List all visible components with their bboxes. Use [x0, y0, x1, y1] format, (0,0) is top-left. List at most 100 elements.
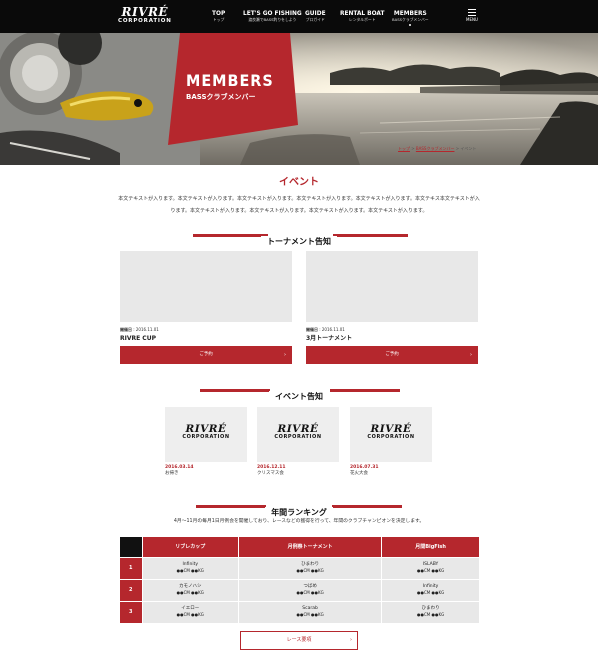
nav-title: LET'S GO FISHING [243, 9, 302, 17]
event-card[interactable]: RIVRÉ CORPORATION 2016.07.31 花火大会 [350, 407, 432, 477]
team-name: ISLABY [422, 562, 439, 567]
table-cell: ひまわり ●●CM ●●KG [237, 556, 382, 579]
nav-sub: BASSクラブメンバー [392, 17, 429, 22]
column-header: 月間BigFish [381, 537, 479, 557]
nav-item-rental-boat[interactable]: RENTAL BOAT レンタルボート [340, 9, 384, 23]
tournament-image-placeholder [120, 251, 292, 322]
team-score: ●●CM ●●KG [176, 568, 204, 573]
heading-rule-left [196, 505, 266, 508]
breadcrumb: トップ > BASSクラブメンバー > イベント [398, 146, 476, 152]
tournament-name: 3月トーナメント [306, 335, 353, 342]
nav-sub: レンタルボート [348, 17, 376, 22]
tournament-card: 開催日 : 2016.11.01 3月トーナメント ご予約 › [306, 251, 478, 364]
date-value: 2016.11.01 [321, 327, 345, 332]
table-cell: ISLABY ●●CM ●●KG [381, 556, 479, 579]
column-header: リブレカップ [141, 537, 239, 557]
tournament-name: RIVRE CUP [120, 335, 156, 342]
nav-title: GUIDE [305, 9, 326, 17]
event-card[interactable]: RIVRÉ CORPORATION 2016.03.14 お掃き [165, 407, 247, 477]
reserve-button[interactable]: ご予約 › [306, 346, 478, 364]
logo-sub: CORPORATION [274, 434, 322, 440]
tournament-card: 開催日 : 2016.11.01 RIVRE CUP ご予約 › [120, 251, 292, 364]
table-cell: イエロー ●●CM ●●KG [141, 600, 239, 623]
tournament-image-placeholder [306, 251, 478, 322]
nav-title: MEMBERS [393, 9, 427, 17]
hero-red-panel [168, 33, 298, 145]
nav-item-members[interactable]: MEMBERS BASSクラブメンバー [392, 9, 429, 26]
logo-sub: CORPORATION [182, 434, 230, 440]
nav-item-fishing[interactable]: LET'S GO FISHING 渡良瀬でBASS釣りをしよう [243, 9, 302, 23]
chevron-right-icon: › [470, 352, 472, 358]
table-cell: カモノハシ ●●CM ●●KG [141, 578, 239, 601]
rivre-logo: RIVRÉ CORPORATION [257, 424, 339, 441]
race-rules-button[interactable]: レース要項 › [240, 631, 358, 650]
event-image: RIVRÉ CORPORATION [350, 407, 432, 462]
menu-label: MENU [466, 17, 478, 23]
breadcrumb-link-top[interactable]: トップ [398, 146, 410, 151]
nav-sub: プロガイド [305, 17, 325, 22]
logo-main: RIVRÉ [121, 5, 169, 19]
event-name: お掃き [165, 471, 179, 476]
rank-number: 1 [120, 556, 142, 579]
hero-banner: MEMBERS BASSクラブメンバー [0, 33, 598, 165]
heading-rule-right [330, 389, 400, 392]
team-score: ●●CM ●●KG [416, 612, 445, 618]
team-name: ひまわり [301, 562, 320, 567]
team-score: ●●CM ●●KG [176, 612, 204, 618]
team-name: つばめ [303, 584, 317, 589]
table-cell: Scarab ●●CM ●●KG [237, 600, 382, 623]
team-name: Scarab [302, 606, 318, 612]
nav-item-guide[interactable]: GUIDE プロガイド [305, 9, 326, 23]
logo-main: RIVRÉ [185, 423, 227, 435]
nav-item-top[interactable]: TOP トップ [212, 9, 225, 23]
heading-rule-left [200, 389, 270, 392]
team-score: ●●CM ●●KG [176, 590, 204, 595]
site-header: RIVRÉ CORPORATION TOP トップ LET'S GO FISHI… [0, 0, 598, 33]
table-cell: つばめ ●●CM ●●KG [237, 578, 382, 601]
tournament-date: 開催日 : 2016.11.01 [306, 327, 345, 332]
heading-rule-right [332, 505, 402, 508]
events-heading: イベント告知 [0, 384, 598, 403]
tournament-date: 開催日 : 2016.11.01 [120, 327, 159, 332]
rank-number: 2 [120, 578, 142, 601]
rivre-logo: RIVRÉ CORPORATION [350, 424, 432, 441]
nav-title: RENTAL BOAT [340, 9, 385, 17]
breadcrumb-current: イベント [460, 146, 477, 151]
team-name: カモノハシ [179, 584, 202, 589]
site-logo[interactable]: RIVRÉ CORPORATION [118, 5, 172, 25]
ranking-heading: 年間ランキング [0, 500, 598, 519]
race-rules-label: レース要項 [286, 637, 312, 643]
hamburger-icon [467, 9, 476, 16]
reserve-label: ご予約 [385, 352, 399, 357]
date-value: 2016.11.01 [135, 327, 159, 332]
event-card[interactable]: RIVRÉ CORPORATION 2016.12.11 クリスマス会 [257, 407, 339, 477]
reserve-label: ご予約 [199, 352, 213, 357]
table-row: 2 カモノハシ ●●CM ●●KG つばめ ●●CM ●●KG Infinity ●●… [120, 578, 479, 601]
table-corner [120, 537, 142, 557]
section-title: トーナメント告知 [261, 236, 337, 248]
menu-button[interactable]: MENU [466, 9, 478, 22]
nav-sub: トップ [212, 17, 225, 22]
breadcrumb-link-members[interactable]: BASSクラブメンバー [416, 146, 455, 151]
ranking-description: 4月〜11月の毎月1日月例会を開催しており、レースなどの獲得を行って、年間のクラ… [173, 519, 425, 524]
team-name: ひまわり [421, 606, 440, 612]
tournament-heading: トーナメント告知 [0, 229, 598, 248]
column-header: 月例祭トーナメント [237, 537, 382, 557]
heading-rule-left [193, 234, 268, 237]
table-cell: Infinity ●●CM ●●KG [381, 578, 479, 601]
event-image: RIVRÉ CORPORATION [165, 407, 247, 462]
table-header-row: リブレカップ 月例祭トーナメント 月間BigFish [120, 537, 479, 557]
logo-main: RIVRÉ [370, 423, 412, 435]
event-image: RIVRÉ CORPORATION [257, 407, 339, 462]
team-score: ●●CM ●●KG [296, 612, 324, 618]
nav-sub: 渡良瀬でBASS釣りをしよう [248, 17, 297, 22]
table-row: 3 イエロー ●●CM ●●KG Scarab ●●CM ●●KG ひまわり ●●CM… [120, 600, 479, 623]
reserve-button[interactable]: ご予約 › [120, 346, 292, 364]
logo-main: RIVRÉ [277, 423, 319, 435]
table-row: 1 Infinity ●●CM ●●KG ひまわり ●●CM ●●KG ISLABY… [120, 556, 479, 579]
ranking-table: リブレカップ 月例祭トーナメント 月間BigFish 1 Infinity ●●C… [120, 537, 479, 623]
hero-subtitle: BASSクラブメンバー [186, 93, 256, 101]
section-title: イベント告知 [269, 391, 329, 403]
team-score: ●●CM ●●KG [296, 568, 324, 573]
rivre-logo: RIVRÉ CORPORATION [165, 424, 247, 441]
